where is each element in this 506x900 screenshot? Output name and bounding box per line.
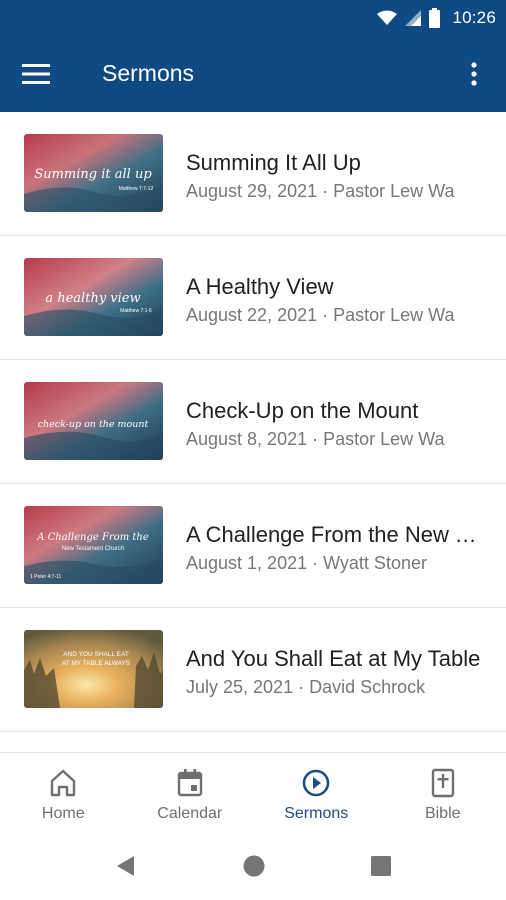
sermon-title: Summing It All Up xyxy=(186,150,361,175)
thumbnail-text: Summing it all up xyxy=(34,167,152,182)
system-navigation-bar xyxy=(0,830,506,900)
more-vert-icon xyxy=(471,62,477,86)
sermon-meta: August 8, 2021 · Pastor Lew Wa xyxy=(186,429,445,449)
battery-icon xyxy=(429,8,441,28)
signal-icon xyxy=(405,10,422,26)
menu-button[interactable] xyxy=(16,58,56,90)
sermon-list: Summing it all up Matthew 7:7-12 Summing… xyxy=(0,112,506,732)
nav-label-home: Home xyxy=(41,805,85,822)
nav-tab-sermons[interactable]: Sermons xyxy=(253,753,380,830)
nav-label-bible: Bible xyxy=(424,805,461,822)
thumbnail-text: a healthy view xyxy=(45,291,140,306)
sermon-list-item[interactable]: AND YOU SHALL EAT AT MY TABLE ALWAYS And… xyxy=(0,608,506,732)
thumbnail-text: AND YOU SHALL EAT xyxy=(63,651,129,658)
sermon-list-item[interactable]: A Challenge From the New Testament Churc… xyxy=(0,484,506,608)
nav-label-sermons: Sermons xyxy=(284,805,349,822)
sermon-list-item[interactable]: check-up on the mount Check-Up on the Mo… xyxy=(0,360,506,484)
thumbnail-reference: Matthew 7:1-6 xyxy=(120,308,152,314)
sermon-thumbnail: check-up on the mount xyxy=(24,382,163,460)
status-bar: 10:26 xyxy=(0,0,506,36)
sermon-meta: August 1, 2021 · Wyatt Stoner xyxy=(186,553,427,573)
home-icon xyxy=(51,769,76,797)
sermon-thumbnail: a healthy view Matthew 7:1-6 xyxy=(24,258,163,336)
nav-tab-bible[interactable]: Bible xyxy=(380,753,506,830)
sermon-thumbnail: A Challenge From the New Testament Churc… xyxy=(24,506,163,584)
sermon-title: And You Shall Eat at My Table xyxy=(186,646,481,671)
calendar-icon xyxy=(177,769,202,797)
bible-icon xyxy=(431,768,454,798)
hamburger-menu-icon xyxy=(22,64,50,84)
sermon-meta: August 29, 2021 · Pastor Lew Wa xyxy=(186,181,455,201)
thumbnail-text: check-up on the mount xyxy=(38,419,149,430)
thumbnail-reference: 1 Peter 4:7-11 xyxy=(30,574,62,580)
wifi-icon xyxy=(377,10,398,25)
more-options-button[interactable] xyxy=(460,58,488,90)
sermon-title: A Challenge From the New Testament Churc… xyxy=(186,522,486,547)
sermon-list-item[interactable]: a healthy view Matthew 7:1-6 A Healthy V… xyxy=(0,236,506,360)
recents-icon[interactable] xyxy=(369,854,393,878)
thumbnail-reference: Matthew 7:7-12 xyxy=(119,186,154,192)
sermon-meta: July 25, 2021 · David Schrock xyxy=(186,677,426,697)
sermon-title: Check-Up on the Mount xyxy=(186,398,419,423)
sermon-meta: August 22, 2021 · Pastor Lew Wa xyxy=(186,305,455,325)
page-title: Sermons xyxy=(102,60,195,86)
sermon-thumbnail: AND YOU SHALL EAT AT MY TABLE ALWAYS xyxy=(24,630,163,708)
thumbnail-text: A Challenge From the xyxy=(36,532,149,543)
sermon-list-item[interactable]: Summing it all up Matthew 7:7-12 Summing… xyxy=(0,112,506,236)
status-icons: 10:26 xyxy=(377,7,496,29)
app-bar: Sermons xyxy=(0,36,506,112)
back-icon[interactable] xyxy=(114,854,138,878)
home-circle-icon[interactable] xyxy=(242,854,266,878)
play-circle-icon xyxy=(302,769,330,797)
nav-label-calendar: Calendar xyxy=(157,805,223,822)
nav-tab-calendar[interactable]: Calendar xyxy=(127,753,254,830)
sermon-thumbnail: Summing it all up Matthew 7:7-12 xyxy=(24,134,163,212)
thumbnail-subtext: AT MY TABLE ALWAYS xyxy=(62,660,131,667)
thumbnail-subtext: New Testament Church xyxy=(62,546,124,552)
bottom-navigation: Home Calendar Sermons Bible xyxy=(0,752,506,830)
status-time: 10:26 xyxy=(452,8,496,27)
sermon-title: A Healthy View xyxy=(186,274,334,299)
nav-tab-home[interactable]: Home xyxy=(0,753,127,830)
